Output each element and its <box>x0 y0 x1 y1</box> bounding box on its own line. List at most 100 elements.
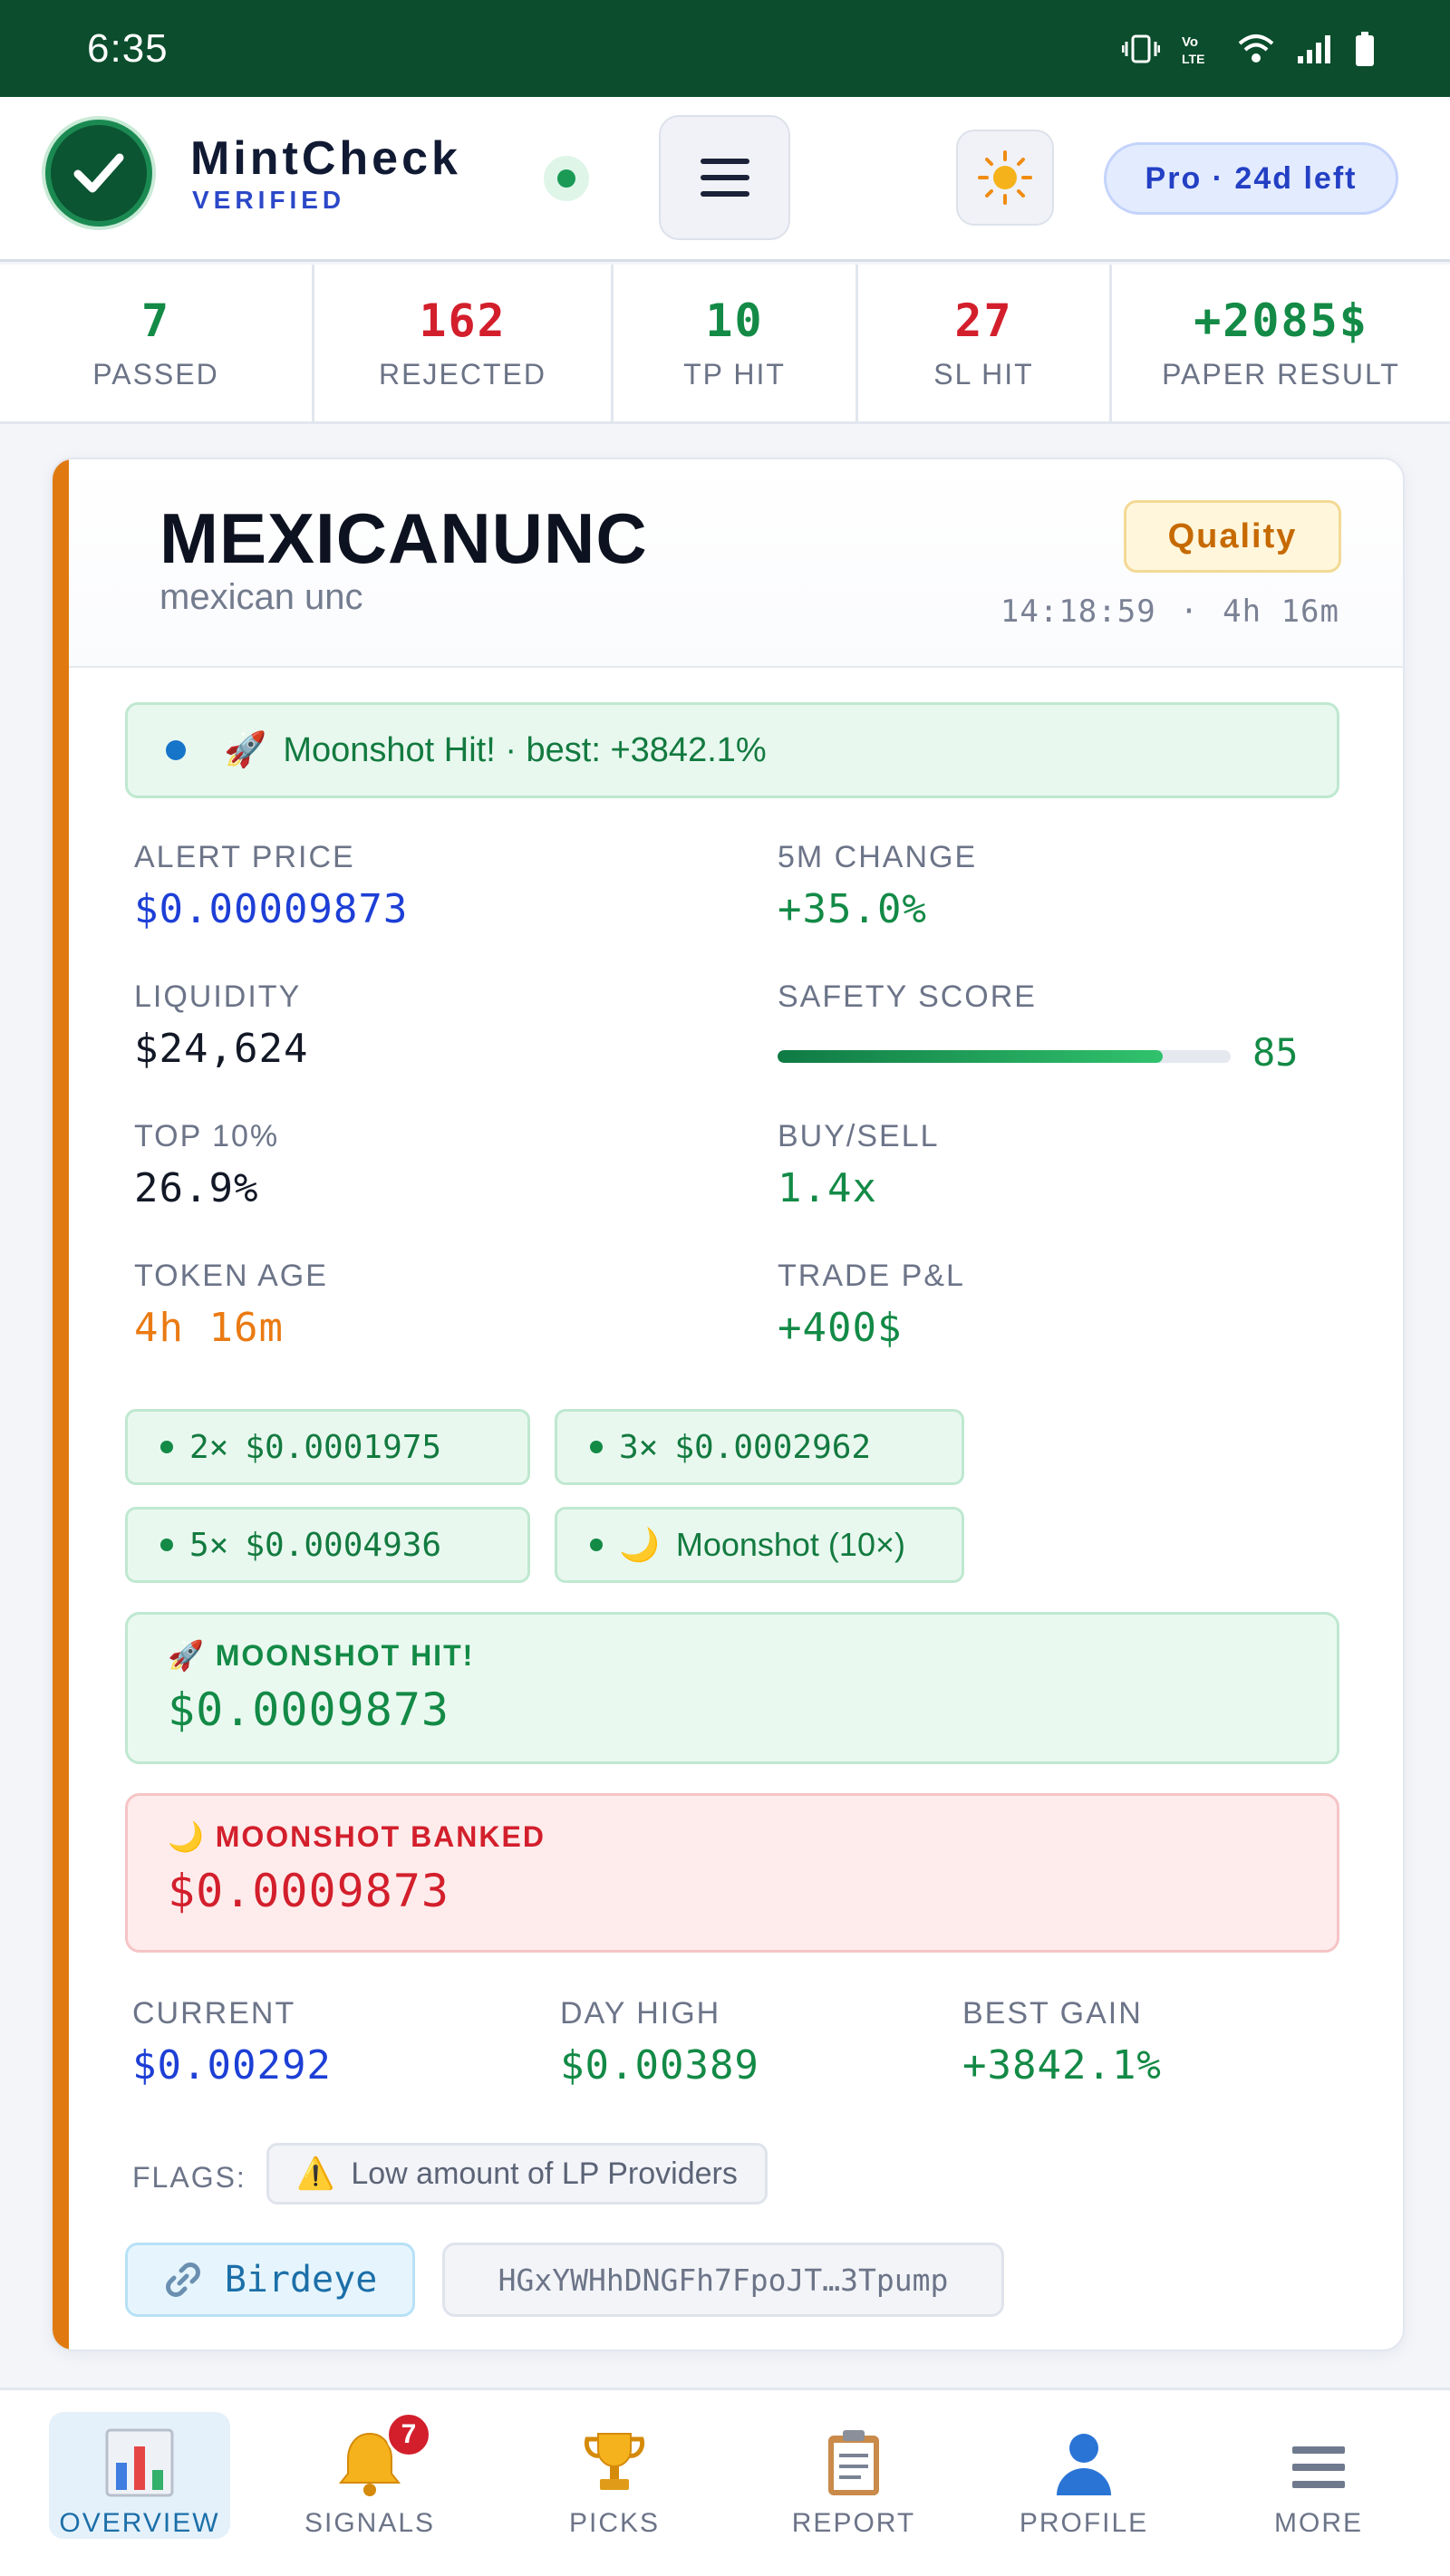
metric-trade-pnl: TRADE P&L +400$ <box>778 1259 965 1351</box>
target-2x-chip: 2× $0.0001975 <box>125 1409 530 1485</box>
callout-title: 🚀 MOONSHOT HIT! <box>168 1638 1297 1673</box>
target-price: $0.0004936 <box>245 1526 442 1564</box>
link-icon <box>165 2262 200 2297</box>
metric-value: $24,624 <box>134 1026 309 1072</box>
moon-icon: 🌙 <box>619 1526 660 1563</box>
nav-picks[interactable]: PICKS <box>524 2412 705 2539</box>
stat-sl-hit[interactable]: 27 SL HIT <box>858 265 1112 421</box>
nav-label: SIGNALS <box>304 2508 436 2538</box>
nav-label: MORE <box>1274 2508 1363 2538</box>
stat-tp-hit[interactable]: 10 TP HIT <box>614 265 858 421</box>
metric-label: LIQUIDITY <box>134 979 302 1014</box>
nav-signals[interactable]: 7 SIGNALS <box>279 2412 460 2539</box>
metric-top10: TOP 10% 26.9% <box>134 1119 279 1211</box>
target-mult: 5× <box>189 1526 229 1564</box>
metric-label: BUY/SELL <box>778 1119 940 1153</box>
safety-score-fill <box>778 1050 1163 1063</box>
trophy-icon <box>578 2417 651 2499</box>
safety-score-value: 85 <box>1252 1030 1299 1075</box>
system-status-bar: 6:35 Vo LTE <box>0 0 1450 97</box>
stat-value: +2085$ <box>1194 294 1368 347</box>
clipboard-icon <box>817 2417 890 2499</box>
metric-value: $0.00389 <box>560 2042 759 2089</box>
nav-profile[interactable]: PROFILE <box>993 2412 1174 2539</box>
bottom-navigation: OVERVIEW 7 SIGNALS PICKS REPORT PROFILE … <box>0 2388 1450 2576</box>
moon-icon: 🌙 <box>168 1820 206 1853</box>
status-dot <box>166 740 186 760</box>
alert-time: 14:18:59 <box>1000 593 1156 630</box>
metric-label: SAFETY SCORE <box>778 979 1037 1014</box>
battery-icon <box>1356 31 1374 66</box>
signals-badge: 7 <box>386 2412 431 2457</box>
metric-buy-sell: BUY/SELL 1.4x <box>778 1119 940 1211</box>
stat-value: 162 <box>419 294 507 347</box>
metric-best-gain: BEST GAIN +3842.1% <box>962 1996 1162 2089</box>
metric-label: ALERT PRICE <box>134 840 355 874</box>
brand-name: MintCheck <box>190 132 461 185</box>
target-mult: 3× <box>619 1428 659 1466</box>
token-name: mexican unc <box>160 577 363 617</box>
metric-label: TOP 10% <box>134 1119 280 1153</box>
metric-label: DAY HIGH <box>560 1996 721 2031</box>
metric-value: $0.00009873 <box>134 886 409 932</box>
target-dot <box>590 1441 603 1453</box>
target-moonshot-chip: 🌙 Moonshot (10×) <box>555 1507 964 1583</box>
contract-address-chip[interactable]: HGxYWHhDNGFh7FpoJT…3Tpump <box>442 2243 1004 2317</box>
stat-value: 7 <box>140 294 171 347</box>
sun-icon <box>978 150 1032 205</box>
target-dot <box>590 1539 603 1551</box>
callout-value: $0.0009873 <box>168 1865 450 1917</box>
metric-token-age: TOKEN AGE 4h 16m <box>134 1259 328 1351</box>
nav-label: REPORT <box>791 2508 916 2538</box>
nav-report[interactable]: REPORT <box>763 2412 944 2539</box>
metric-value: 4h 16m <box>134 1305 284 1351</box>
callout-title-text: MOONSHOT HIT! <box>215 1639 475 1672</box>
brand-verified-label: VERIFIED <box>192 186 346 214</box>
callout-title: 🌙 MOONSHOT BANKED <box>168 1819 1297 1854</box>
moonshot-banked-callout: 🌙 MOONSHOT BANKED $0.0009873 <box>125 1793 1339 1953</box>
flag-chip: ⚠️ Low amount of LP Providers <box>266 2143 768 2205</box>
stat-passed[interactable]: 7 PASSED <box>0 265 314 421</box>
nav-label: OVERVIEW <box>59 2508 220 2538</box>
metric-label: BEST GAIN <box>962 1996 1143 2031</box>
token-symbol: MEXICANUNC <box>160 498 648 578</box>
metric-alert-price: ALERT PRICE $0.00009873 <box>134 840 408 932</box>
callout-title-text: MOONSHOT BANKED <box>215 1820 546 1853</box>
theme-toggle-button[interactable] <box>956 130 1054 226</box>
stat-value: 27 <box>954 294 1013 347</box>
target-price: Moonshot (10×) <box>675 1526 905 1563</box>
card-header: MEXICANUNC mexican unc Quality 14:18:59 ·… <box>69 459 1403 668</box>
flag-text: Low amount of LP Providers <box>351 2156 738 2191</box>
stat-paper-result[interactable]: +2085$ PAPER RESULT <box>1112 265 1450 421</box>
metric-5m-change: 5M CHANGE +35.0% <box>778 840 977 932</box>
menu-button[interactable] <box>659 115 790 240</box>
stat-label: PAPER RESULT <box>1162 358 1400 391</box>
nav-overview[interactable]: OVERVIEW <box>49 2412 230 2539</box>
vibrate-icon <box>1122 34 1160 63</box>
metric-value: +3842.1% <box>962 2042 1162 2089</box>
stat-rejected[interactable]: 162 REJECTED <box>314 265 614 421</box>
metric-liquidity: LIQUIDITY $24,624 <box>134 979 308 1072</box>
metric-value: $0.00292 <box>132 2042 332 2089</box>
svg-text:Vo: Vo <box>1182 34 1198 50</box>
token-card[interactable]: MEXICANUNC mexican unc Quality 14:18:59 ·… <box>51 458 1405 2351</box>
metric-label: CURRENT <box>132 1996 296 2031</box>
chart-icon <box>103 2417 176 2499</box>
nav-label: PICKS <box>568 2508 661 2538</box>
birdeye-link-button[interactable]: Birdeye <box>125 2243 415 2317</box>
wifi-icon <box>1238 34 1274 63</box>
user-icon <box>1048 2417 1120 2499</box>
callout-value: $0.0009873 <box>168 1684 450 1736</box>
card-accent-bar <box>53 459 69 2349</box>
signal-icon <box>1298 34 1330 63</box>
target-dot <box>160 1441 173 1453</box>
alert-age: 4h 16m <box>1223 593 1339 630</box>
target-5x-chip: 5× $0.0004936 <box>125 1507 530 1583</box>
flags-label: FLAGS: <box>132 2161 246 2194</box>
nav-more[interactable]: MORE <box>1228 2412 1409 2539</box>
metric-label: 5M CHANGE <box>778 840 978 874</box>
target-3x-chip: 3× $0.0002962 <box>555 1409 964 1485</box>
metric-value: 26.9% <box>134 1165 259 1211</box>
plan-badge[interactable]: Pro · 24d left <box>1104 142 1398 215</box>
metric-label: TOKEN AGE <box>134 1259 328 1293</box>
